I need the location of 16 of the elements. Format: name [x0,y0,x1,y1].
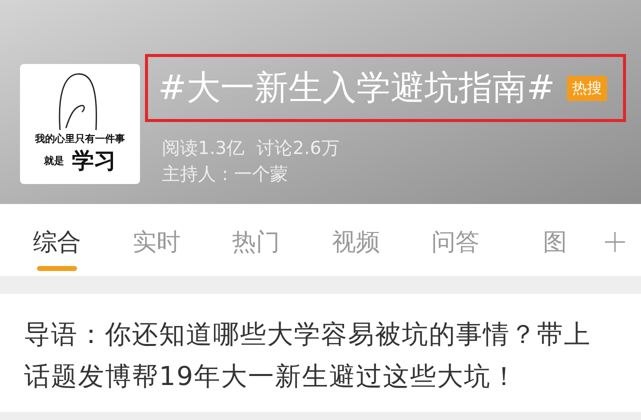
stat-label: 阅读1.3亿 [162,137,245,160]
tab[interactable]: 实时 [106,204,206,258]
tab[interactable]: 视频 [306,204,406,258]
tab[interactable]: 图 [505,204,606,258]
tab[interactable]: 综合 [7,204,107,271]
add-icon[interactable] [605,232,625,252]
stat-label: 讨论2.6万 [256,137,340,160]
hot-badge: 热搜 [566,76,607,100]
sticker-caption: 就是 [44,154,64,168]
topic-title: #大一新生入学避坑指南# [158,67,555,110]
sticker-caption: 学习 [72,148,116,176]
intro-text: 导语：你还知道哪些大学容易被坑的事情？带上话题发博帮19年大一新生避过这些大坑！ [24,319,592,394]
tab[interactable]: 热门 [206,204,306,258]
host-label: 主持人：一个蒙 [162,163,289,186]
sticker-caption: 我的心里只有一件事 [35,132,125,146]
tab[interactable]: 问答 [406,204,506,258]
